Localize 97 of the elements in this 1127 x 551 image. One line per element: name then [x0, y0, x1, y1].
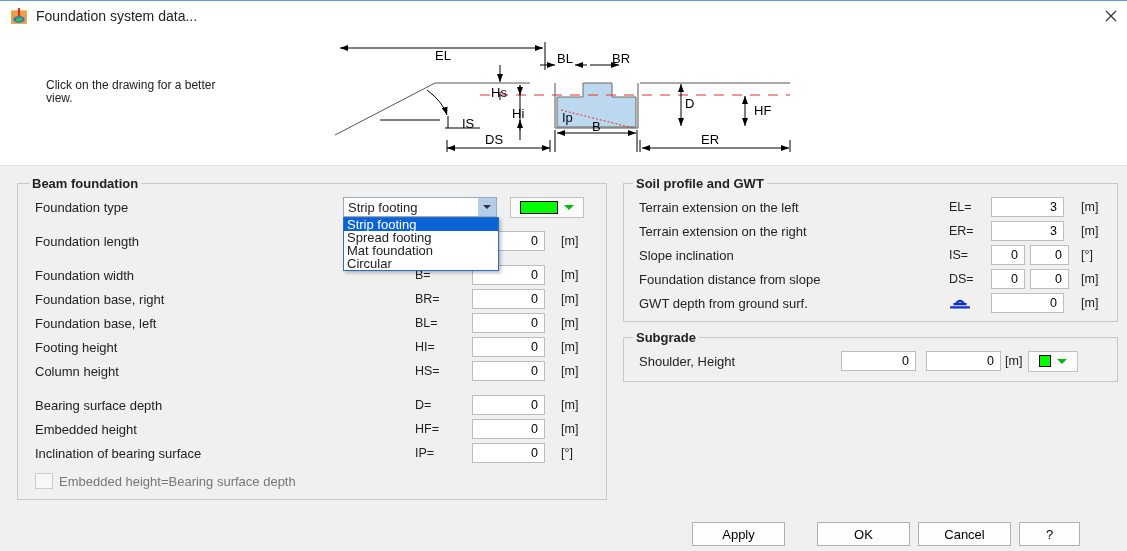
- symbol-label: HS=: [415, 364, 441, 378]
- field-label: Foundation length: [35, 233, 140, 249]
- symbol-label: D=: [415, 398, 433, 412]
- symbol-label: IS=: [949, 248, 970, 262]
- symbol-label: BL=: [415, 316, 439, 330]
- field-label: Foundation distance from slope: [639, 271, 821, 287]
- checkbox-label: Embedded height=Bearing surface depth: [59, 473, 296, 489]
- caret-icon: [1057, 358, 1068, 364]
- input-field[interactable]: 0: [472, 443, 545, 463]
- symbol-label: BR=: [415, 292, 441, 306]
- field-label: Foundation base, right: [35, 291, 165, 307]
- symbol-label: EL=: [949, 200, 973, 214]
- input-field[interactable]: 3: [991, 197, 1064, 217]
- symbol-label: ER=: [949, 224, 975, 238]
- input-field[interactable]: 0: [991, 293, 1064, 313]
- unit-label: [m]: [1080, 296, 1097, 310]
- foundation-type-dropdown[interactable]: Strip footing: [343, 197, 497, 217]
- hint-text: Click on the drawing for a better view.: [46, 79, 217, 105]
- unit-label: [m]: [560, 292, 580, 306]
- field-label: Embedded height: [35, 421, 137, 437]
- dimension-label: Hs: [491, 85, 507, 100]
- input-field[interactable]: 0: [472, 337, 545, 357]
- input-field[interactable]: 0: [472, 313, 545, 333]
- dimension-label: D: [685, 96, 695, 111]
- field-label: Foundation type: [35, 199, 129, 215]
- field-label: Footing height: [35, 339, 118, 355]
- unit-label: [m]: [560, 364, 580, 378]
- field-label: Foundation width: [35, 267, 134, 283]
- dimension-label: Hi: [512, 106, 525, 121]
- unit-label: [m]: [1005, 354, 1023, 368]
- water-level-icon: [949, 297, 971, 309]
- color-picker-button[interactable]: [1028, 350, 1079, 372]
- input-field[interactable]: 0: [472, 361, 545, 381]
- dropdown-option[interactable]: Strip footing: [344, 218, 498, 231]
- dimension-label: ER: [701, 132, 720, 147]
- unit-label: [m]: [560, 340, 580, 354]
- unit-label: [m]: [1080, 224, 1097, 238]
- dimension-label: B: [592, 119, 601, 134]
- dimension-label: Ip: [562, 110, 573, 125]
- input-field[interactable]: 0: [472, 289, 545, 309]
- caret-icon: [564, 204, 574, 210]
- field-label: Slope inclination: [639, 247, 734, 263]
- field-label: Inclination of bearing surface: [35, 445, 202, 461]
- input-field[interactable]: 0: [991, 245, 1025, 265]
- unit-label: [m]: [560, 268, 580, 282]
- dimension-arrow: [517, 119, 523, 131]
- input-field[interactable]: 0: [991, 269, 1025, 289]
- dimension-arrow: [742, 95, 748, 127]
- field-label: Terrain extension on the left: [639, 199, 799, 215]
- unit-label: [m]: [1080, 200, 1097, 214]
- symbol-label: HI=: [415, 340, 436, 354]
- field-label: Foundation base, left: [35, 315, 157, 331]
- dimension-label: EL: [435, 48, 451, 63]
- unit-label: [m]: [1080, 272, 1097, 286]
- symbol-label: HF=: [415, 422, 440, 436]
- dialog-button[interactable]: ?: [1019, 522, 1080, 546]
- symbol-label: IP=: [415, 446, 436, 460]
- field-label: Bearing surface depth: [35, 397, 163, 413]
- dimension-label: BR: [612, 51, 631, 66]
- symbol-label: DS=: [949, 272, 975, 286]
- unit-label: [°]: [1080, 248, 1094, 262]
- field-label: Terrain extension on the right: [639, 223, 807, 239]
- input-field[interactable]: 0: [926, 351, 1001, 371]
- group-title: Soil profile and GWT: [635, 176, 765, 191]
- dimension-label: BL: [557, 51, 573, 66]
- dimension-label: HF: [754, 103, 772, 118]
- color-picker-button[interactable]: [510, 196, 584, 218]
- caret-icon: [478, 198, 496, 216]
- dialog-button[interactable]: OK: [817, 522, 910, 546]
- window-title: Foundation system data...: [36, 7, 199, 24]
- unit-label: [m]: [560, 234, 580, 248]
- group-title: Beam foundation: [31, 176, 140, 191]
- dialog-button[interactable]: Cancel: [918, 522, 1011, 546]
- unit-label: [m]: [560, 316, 580, 330]
- dimension-arrow: [517, 84, 523, 96]
- input-field[interactable]: 0: [1030, 269, 1069, 289]
- unit-label: [m]: [560, 398, 580, 412]
- input-field[interactable]: 0: [472, 419, 545, 439]
- app-icon: [10, 6, 28, 25]
- input-field[interactable]: 0: [472, 395, 545, 415]
- angle-arrow: [426, 89, 448, 116]
- input-field[interactable]: 0: [1030, 245, 1069, 265]
- unit-label: [°]: [560, 446, 574, 460]
- dimension-arrow: [497, 64, 503, 83]
- field-label: GWT depth from ground surf.: [639, 295, 808, 311]
- field-label: Shoulder, Height: [639, 353, 737, 369]
- field-label: Column height: [35, 363, 119, 379]
- unit-label: [m]: [560, 422, 580, 436]
- dimension-label: DS: [485, 132, 504, 147]
- dialog-button[interactable]: Apply: [692, 522, 785, 546]
- close-icon[interactable]: [1105, 9, 1117, 22]
- input-field[interactable]: 3: [991, 221, 1064, 241]
- dimension-label: IS: [462, 116, 475, 131]
- dimension-arrow: [539, 62, 556, 68]
- input-field[interactable]: 0: [841, 351, 916, 371]
- dimension-arrow: [678, 83, 684, 127]
- group-title: Subgrade: [635, 330, 697, 345]
